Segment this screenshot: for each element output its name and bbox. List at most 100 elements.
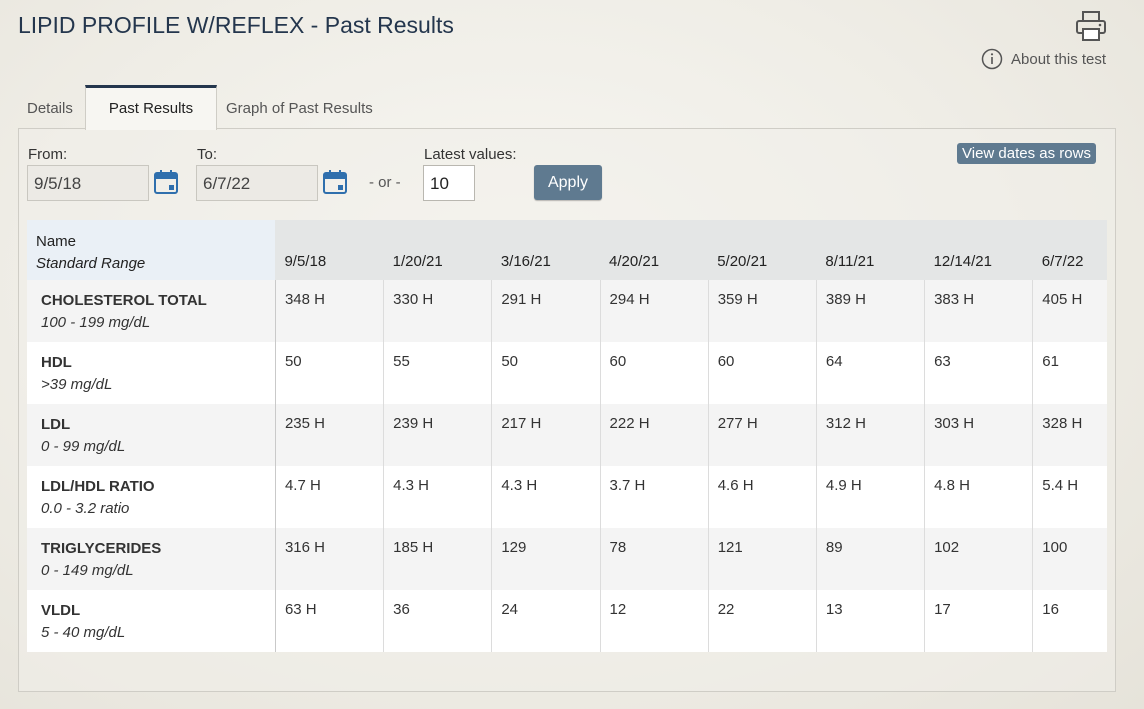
latest-values-label: Latest values: [424, 146, 517, 163]
date-column-header: 9/5/18 [275, 220, 384, 280]
table-header-row: Name Standard Range 9/5/18 1/20/21 3/16/… [27, 220, 1107, 280]
result-value: 4.7 H [274, 466, 384, 528]
result-value: 100 [1032, 528, 1107, 590]
name-column-header: Name Standard Range [27, 220, 276, 280]
to-label: To: [197, 146, 218, 163]
result-value: 17 [924, 590, 1033, 652]
from-label: From: [28, 146, 68, 163]
result-value: 405 H [1032, 280, 1107, 342]
tab-graph-of-past-results[interactable]: Graph of Past Results [217, 100, 373, 129]
result-value: 222 H [599, 404, 709, 466]
date-column-header: 5/20/21 [708, 220, 817, 280]
past-results-table: Name Standard Range 9/5/18 1/20/21 3/16/… [27, 220, 1107, 652]
tab-bar: Details Past Results Graph of Past Resul… [18, 85, 373, 130]
date-column-header: 4/20/21 [600, 220, 709, 280]
date-column-header: 8/11/21 [816, 220, 925, 280]
result-value: 13 [815, 590, 925, 652]
test-range: 0.0 - 3.2 ratio [41, 500, 130, 517]
result-value: 64 [815, 342, 925, 404]
result-value: 4.3 H [383, 466, 492, 528]
result-value: 277 H [707, 404, 817, 466]
to-calendar-icon[interactable] [322, 169, 348, 195]
test-range: >39 mg/dL [41, 376, 113, 393]
test-range: 100 - 199 mg/dL [41, 314, 151, 331]
result-value: 60 [707, 342, 817, 404]
to-date-field[interactable]: 6/7/22 [196, 165, 318, 201]
result-value: 4.8 H [924, 466, 1033, 528]
test-range: 0 - 149 mg/dL [41, 562, 134, 579]
result-value: 12 [599, 590, 709, 652]
tab-past-results[interactable]: Past Results [85, 85, 217, 130]
result-value: 4.6 H [707, 466, 817, 528]
result-value: 61 [1032, 342, 1107, 404]
test-name-cell: HDL >39 mg/dL [27, 342, 276, 404]
apply-button[interactable]: Apply [534, 165, 602, 200]
test-name: LDL [41, 416, 71, 433]
table-row: LDL/HDL RATIO 0.0 - 3.2 ratio 4.7 H 4.3 … [27, 466, 1107, 528]
result-value: 359 H [707, 280, 817, 342]
result-value: 50 [274, 342, 384, 404]
name-header-label: Name [36, 233, 77, 250]
result-value: 121 [707, 528, 817, 590]
about-this-test-label: About this test [1011, 50, 1107, 68]
test-name: LDL/HDL RATIO [41, 478, 155, 495]
result-value: 60 [599, 342, 709, 404]
result-value: 303 H [924, 404, 1033, 466]
result-value: 36 [383, 590, 492, 652]
tab-details[interactable]: Details [18, 100, 85, 129]
result-value: 239 H [383, 404, 492, 466]
test-range: 0 - 99 mg/dL [41, 438, 126, 455]
result-value: 294 H [599, 280, 709, 342]
result-value: 4.9 H [815, 466, 925, 528]
result-value: 50 [491, 342, 601, 404]
from-calendar-icon[interactable] [153, 169, 179, 195]
date-column-header: 6/7/22 [1032, 220, 1107, 280]
result-value: 22 [707, 590, 817, 652]
date-column-header: 1/20/21 [383, 220, 492, 280]
result-value: 235 H [274, 404, 384, 466]
result-value: 217 H [491, 404, 601, 466]
table-row: CHOLESTEROL TOTAL 100 - 199 mg/dL 348 H … [27, 280, 1107, 342]
standard-range-header-label: Standard Range [36, 255, 146, 272]
test-name-cell: TRIGLYCERIDES 0 - 149 mg/dL [27, 528, 276, 590]
past-results-panel: From: 9/5/18 To: 6/7/22 - or - Latest va… [18, 128, 1116, 692]
result-value: 4.3 H [491, 466, 601, 528]
result-value: 330 H [383, 280, 492, 342]
view-dates-as-rows-button[interactable]: View dates as rows [957, 143, 1096, 164]
result-value: 102 [924, 528, 1033, 590]
test-name-cell: CHOLESTEROL TOTAL 100 - 199 mg/dL [27, 280, 276, 342]
table-row: VLDL 5 - 40 mg/dL 63 H 36 24 12 22 13 17… [27, 590, 1107, 652]
printer-icon[interactable] [1074, 10, 1108, 42]
result-value: 78 [599, 528, 709, 590]
table-row: LDL 0 - 99 mg/dL 235 H 239 H 217 H 222 H… [27, 404, 1107, 466]
result-value: 312 H [815, 404, 925, 466]
test-name: VLDL [41, 602, 81, 619]
result-value: 328 H [1032, 404, 1107, 466]
date-column-header: 12/14/21 [924, 220, 1033, 280]
about-this-test-link[interactable]: About this test [981, 48, 1106, 70]
result-value: 55 [383, 342, 492, 404]
result-value: 24 [491, 590, 601, 652]
result-value: 3.7 H [599, 466, 709, 528]
test-range: 5 - 40 mg/dL [41, 624, 126, 641]
result-value: 389 H [815, 280, 925, 342]
result-value: 63 H [274, 590, 384, 652]
test-name: CHOLESTEROL TOTAL [41, 292, 207, 309]
result-value: 316 H [274, 528, 384, 590]
result-value: 291 H [491, 280, 601, 342]
test-name-cell: LDL 0 - 99 mg/dL [27, 404, 276, 466]
table-row: HDL >39 mg/dL 50 55 50 60 60 64 63 61 [27, 342, 1107, 404]
info-icon [981, 48, 1003, 70]
latest-values-input[interactable]: 10 [423, 165, 475, 201]
result-value: 129 [491, 528, 601, 590]
table-row: TRIGLYCERIDES 0 - 149 mg/dL 316 H 185 H … [27, 528, 1107, 590]
result-value: 5.4 H [1032, 466, 1107, 528]
result-value: 89 [815, 528, 925, 590]
test-name: TRIGLYCERIDES [41, 540, 162, 557]
result-value: 348 H [274, 280, 384, 342]
date-column-header: 3/16/21 [491, 220, 601, 280]
page-title: LIPID PROFILE W/REFLEX - Past Results [18, 12, 454, 38]
result-value: 16 [1032, 590, 1107, 652]
test-name-cell: LDL/HDL RATIO 0.0 - 3.2 ratio [27, 466, 276, 528]
from-date-field[interactable]: 9/5/18 [27, 165, 149, 201]
